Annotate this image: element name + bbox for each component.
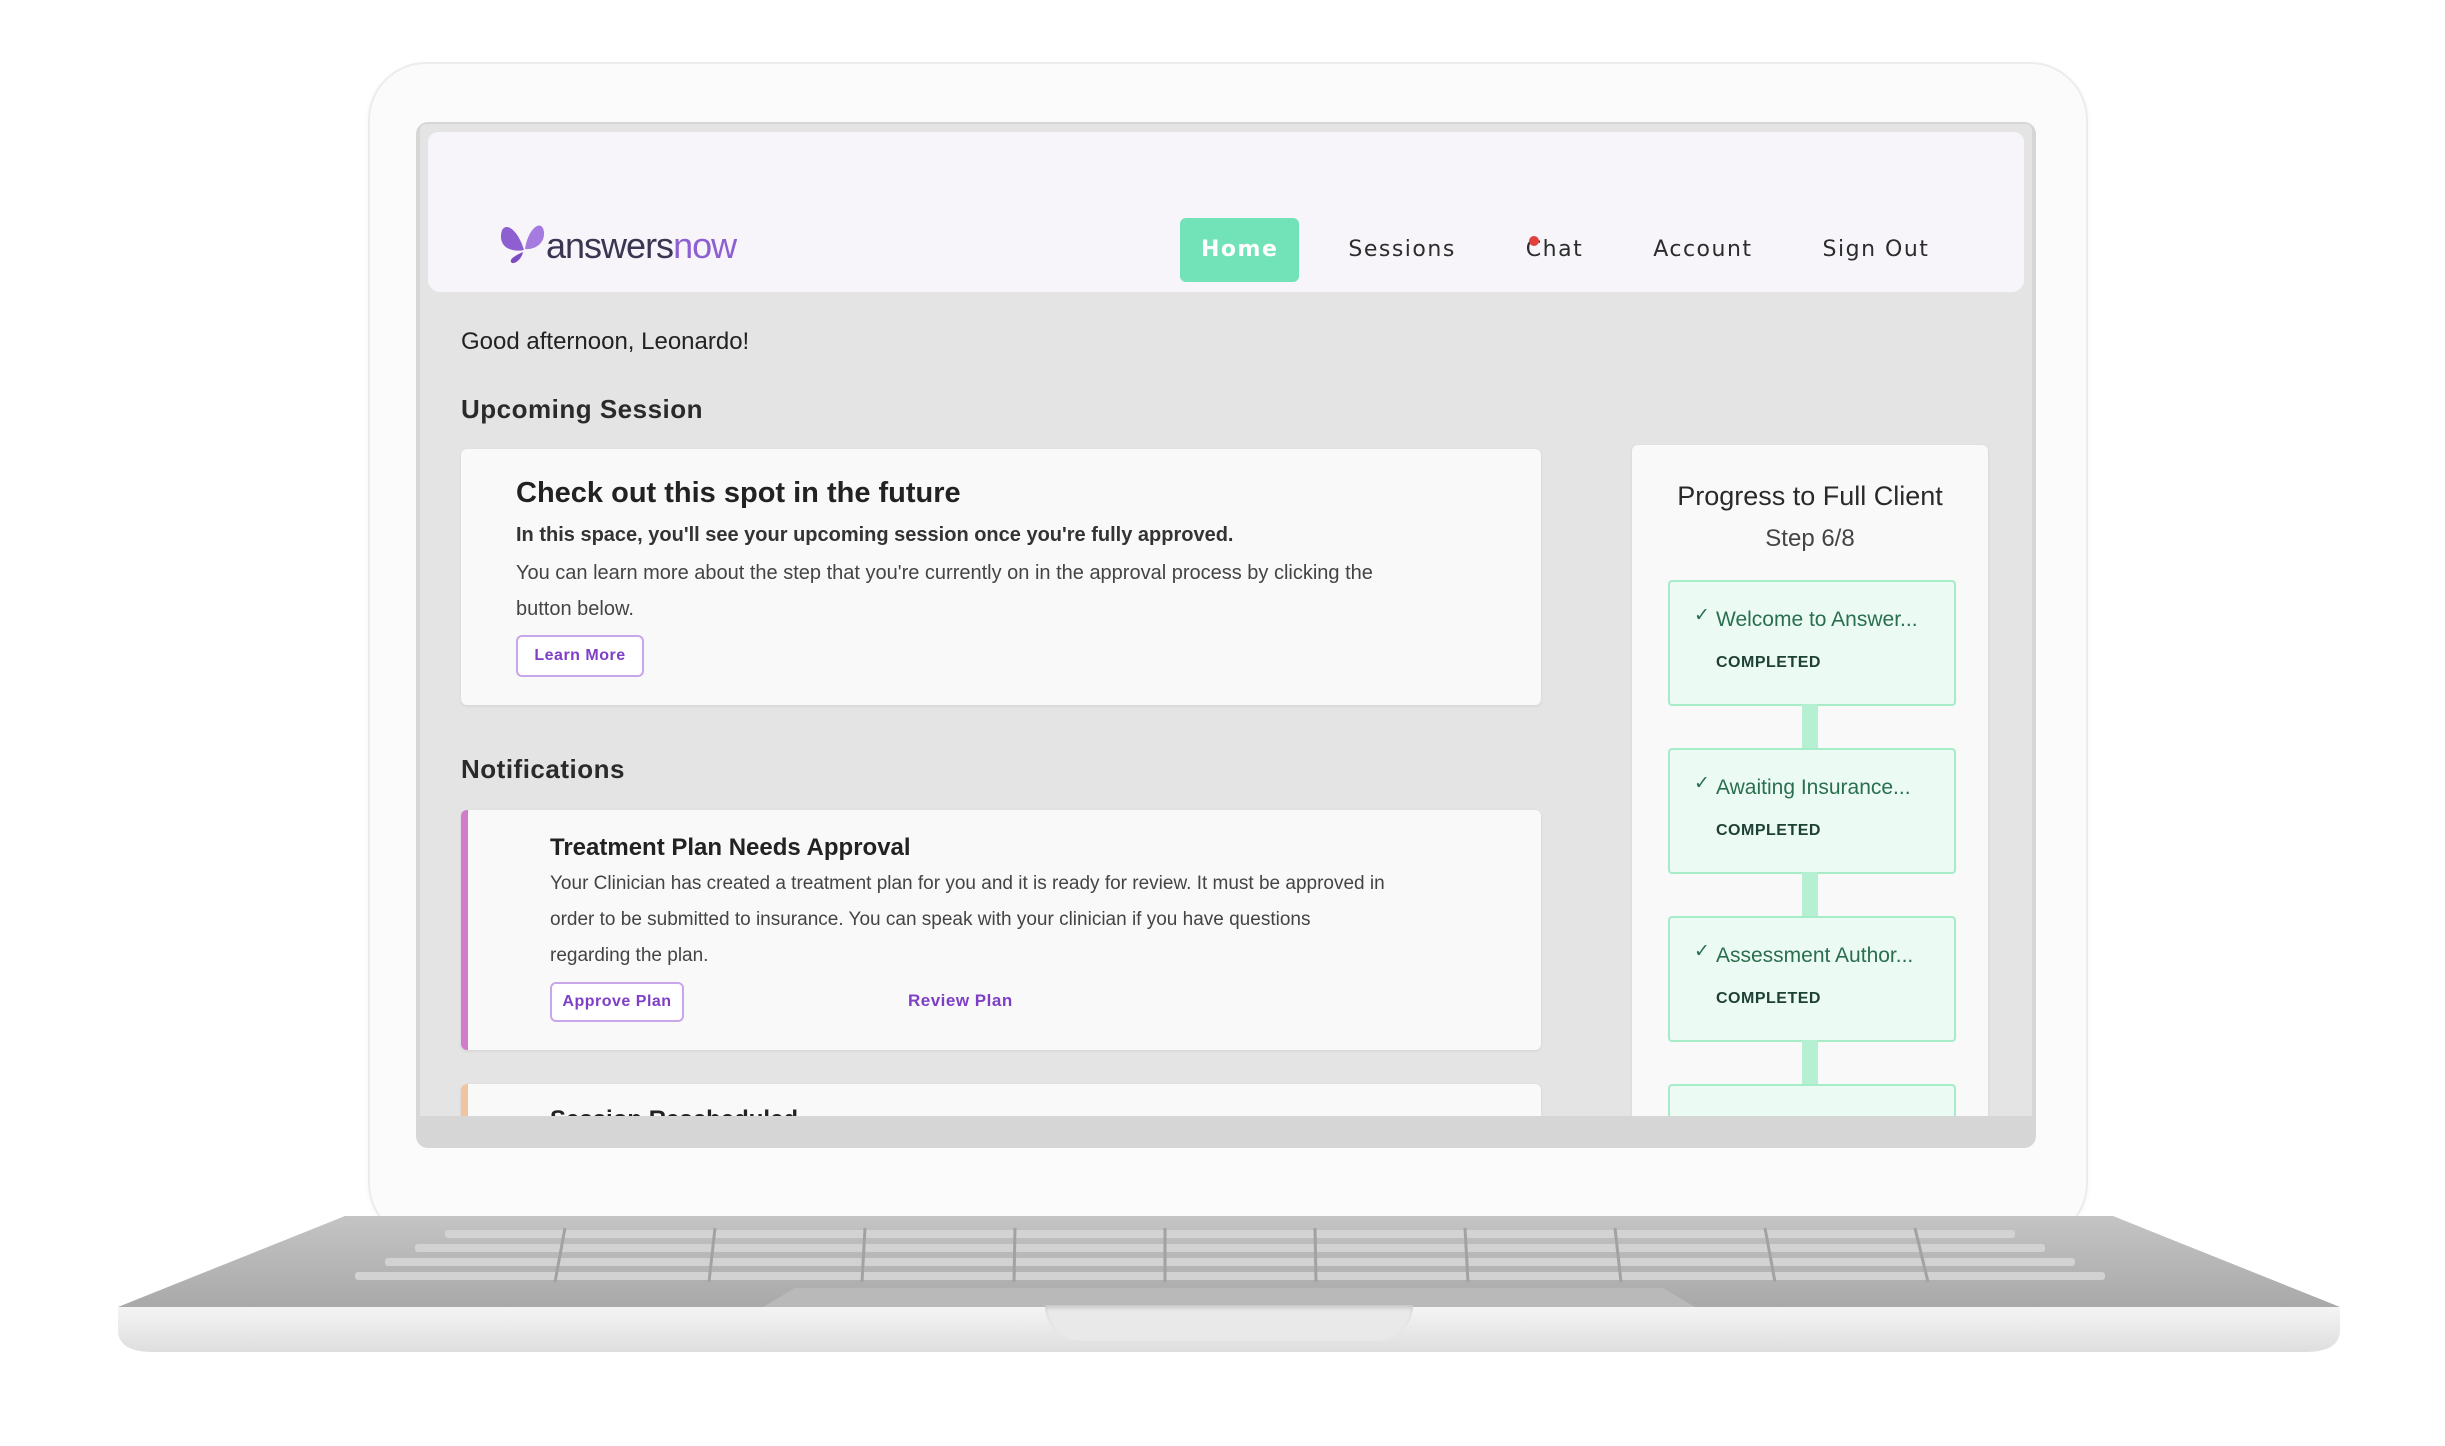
notification-body-line2: order to be submitted to insurance. You … xyxy=(550,909,1311,930)
notification-accent-bar xyxy=(461,810,468,1050)
progress-step-3[interactable]: ✓ Assessment Author... COMPLETED xyxy=(1668,916,1956,1042)
nav-chat[interactable]: Chat xyxy=(1491,218,1618,282)
learn-more-button[interactable]: Learn More xyxy=(516,635,644,677)
progress-panel: Progress to Full Client Step 6/8 ✓ Welco… xyxy=(1632,445,1988,1116)
step-name: Assessment Author... xyxy=(1716,944,1914,967)
notification-accent-bar xyxy=(461,1084,468,1116)
nav-sign-out[interactable]: Sign Out xyxy=(1788,218,1965,282)
progress-step-4[interactable] xyxy=(1668,1084,1956,1116)
logo-word-answers: answers xyxy=(546,225,674,266)
greeting-text: Good afternoon, Leonardo! xyxy=(461,328,750,355)
step-status: COMPLETED xyxy=(1716,990,1821,1007)
notification-title: Treatment Plan Needs Approval xyxy=(550,834,911,861)
review-plan-link[interactable]: Review Plan xyxy=(908,991,1013,1011)
notification-body-line1: Your Clinician has created a treatment p… xyxy=(550,873,1385,894)
step-status: COMPLETED xyxy=(1716,822,1821,839)
notification-body-line3: regarding the plan. xyxy=(550,945,709,966)
progress-title: Progress to Full Client xyxy=(1677,481,1943,511)
upcoming-card-subtitle: In this space, you'll see your upcoming … xyxy=(516,524,1234,546)
step-connector xyxy=(1802,704,1818,750)
notifications-heading: Notifications xyxy=(461,754,625,784)
check-icon: ✓ xyxy=(1694,941,1710,962)
progress-step-2[interactable]: ✓ Awaiting Insurance... COMPLETED xyxy=(1668,748,1956,874)
notification-card-treatment-plan: Treatment Plan Needs Approval Your Clini… xyxy=(461,810,1541,1050)
step-name: Awaiting Insurance... xyxy=(1716,776,1911,799)
progress-step-count: Step 6/8 xyxy=(1765,525,1855,552)
chat-notification-dot xyxy=(1528,236,1539,246)
upcoming-card-body-line1: You can learn more about the step that y… xyxy=(516,562,1373,584)
progress-step-1[interactable]: ✓ Welcome to Answer... COMPLETED xyxy=(1668,580,1956,706)
logo-wordmark: answersnow xyxy=(546,225,737,266)
step-status: COMPLETED xyxy=(1716,654,1821,671)
nav-account[interactable]: Account xyxy=(1618,218,1787,282)
check-icon: ✓ xyxy=(1694,773,1710,794)
nav-sessions[interactable]: Sessions xyxy=(1313,218,1490,282)
laptop-notch xyxy=(1045,1305,1413,1341)
app-screen: answersnow Home Sessions Chat Account Si… xyxy=(420,124,2032,1116)
step-connector xyxy=(1802,872,1818,918)
main-nav: Home Sessions Chat Account Sign Out xyxy=(1180,218,1964,282)
nav-home[interactable]: Home xyxy=(1180,218,1300,282)
logo-word-now: now xyxy=(673,225,737,266)
approve-plan-button[interactable]: Approve Plan xyxy=(550,982,684,1022)
butterfly-logo-icon xyxy=(500,225,545,264)
upcoming-session-heading: Upcoming Session xyxy=(461,394,704,424)
upcoming-card-body-line2: button below. xyxy=(516,598,634,620)
step-name: Welcome to Answer... xyxy=(1716,608,1918,631)
upcoming-session-card: Check out this spot in the future In thi… xyxy=(461,449,1541,705)
notification-title: Session Rescheduled xyxy=(550,1106,798,1116)
app-header: answersnow Home Sessions Chat Account Si… xyxy=(428,132,2024,292)
notification-card-session: Session Rescheduled xyxy=(461,1084,1541,1116)
check-icon: ✓ xyxy=(1694,605,1710,626)
upcoming-card-title: Check out this spot in the future xyxy=(516,477,961,509)
answersnow-logo[interactable]: answersnow xyxy=(498,216,737,266)
step-connector xyxy=(1802,1040,1818,1086)
